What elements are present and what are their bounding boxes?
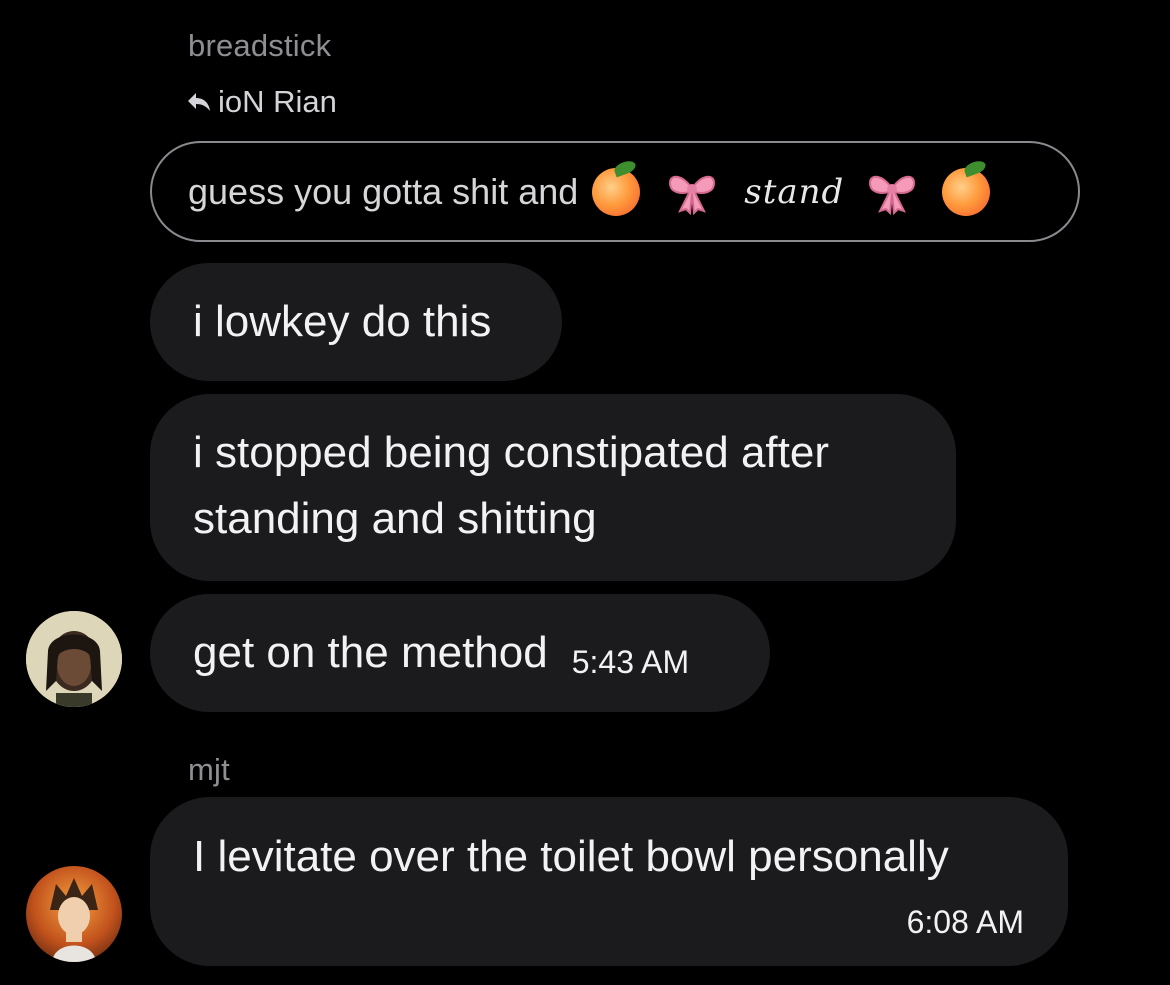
message-text: i stopped being constipated after standi… <box>193 428 830 543</box>
sender-name: breadstick <box>188 28 332 63</box>
message-timestamp: 6:08 AM <box>906 904 1024 940</box>
reply-reference[interactable]: ioN Rian <box>186 84 337 120</box>
message-text: i lowkey do this <box>193 297 492 346</box>
message-bubble[interactable]: i stopped being constipated after standi… <box>150 394 956 581</box>
peach-icon <box>942 167 991 216</box>
quoted-message[interactable]: guess you gotta shit and stand <box>150 141 1080 242</box>
avatar[interactable] <box>26 611 122 707</box>
reply-arrow-icon <box>188 93 210 111</box>
bow-icon <box>866 168 918 215</box>
message-text: I levitate over the toilet bowl personal… <box>193 832 949 881</box>
quoted-stand-word: stand <box>744 171 845 212</box>
message-bubble[interactable]: get on the method 5:43 AM <box>150 594 770 712</box>
sender-name: mjt <box>188 752 230 787</box>
peach-icon <box>592 167 641 216</box>
quoted-text: guess you gotta shit and <box>188 170 579 212</box>
message-text: get on the method <box>193 628 548 677</box>
reply-to-name: ioN Rian <box>218 84 337 119</box>
message-bubble[interactable]: I levitate over the toilet bowl personal… <box>150 797 1068 966</box>
avatar[interactable] <box>26 866 122 962</box>
message-timestamp: 5:43 AM <box>571 644 690 680</box>
bow-icon <box>666 168 718 215</box>
message-bubble[interactable]: i lowkey do this <box>150 263 562 381</box>
